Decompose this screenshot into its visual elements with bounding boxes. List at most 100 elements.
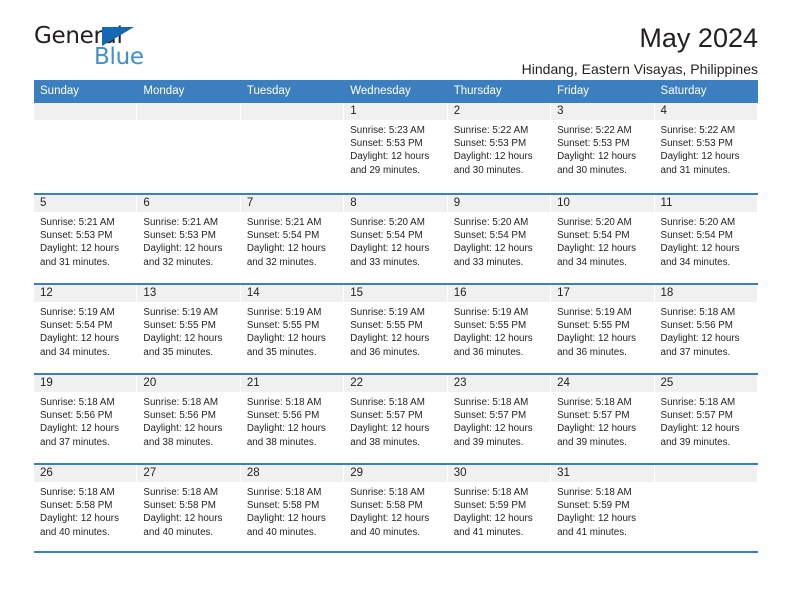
calendar-day-cell[interactable]: 29 Sunrise: 5:18 AM Sunset: 5:58 PM Dayligh… bbox=[344, 465, 448, 551]
day-sun-info: Sunrise: 5:18 AM Sunset: 5:57 PM Daylight:… bbox=[448, 392, 550, 449]
day-sun-info: Sunrise: 5:18 AM Sunset: 5:56 PM Daylight:… bbox=[241, 392, 343, 449]
day-sun-info: Sunrise: 5:19 AM Sunset: 5:55 PM Daylight:… bbox=[448, 302, 550, 359]
day-number: 13 bbox=[137, 285, 240, 302]
sunset-text: Sunset: 5:57 PM bbox=[660, 410, 733, 422]
calendar-day-cell[interactable]: 23 Sunrise: 5:18 AM Sunset: 5:57 PM Dayligh… bbox=[447, 375, 552, 463]
calendar-day-cell[interactable]: 9 Sunrise: 5:20 AM Sunset: 5:54 PM Daylight… bbox=[447, 195, 552, 283]
sunrise-text: Sunrise: 5:22 AM bbox=[557, 125, 632, 136]
sunset-text: Sunset: 5:56 PM bbox=[660, 320, 733, 332]
daylight-text: Daylight: 12 hours and 39 minutes. bbox=[453, 423, 533, 448]
calendar-day-cell[interactable]: 16 Sunrise: 5:19 AM Sunset: 5:55 PM Dayligh… bbox=[447, 285, 552, 373]
sunset-text: Sunset: 5:54 PM bbox=[660, 230, 733, 242]
day-number: 9 bbox=[447, 195, 551, 212]
day-number: 12 bbox=[34, 285, 137, 302]
page-header: General Blue May 2024 Hindang, Eastern V… bbox=[34, 0, 758, 77]
daylight-text: Daylight: 12 hours and 36 minutes. bbox=[453, 333, 533, 358]
day-number: 24 bbox=[551, 375, 654, 392]
sunset-text: Sunset: 5:54 PM bbox=[246, 230, 320, 242]
sunset-text: Sunset: 5:55 PM bbox=[557, 320, 630, 332]
day-number: 25 bbox=[654, 375, 757, 392]
calendar-day-cell[interactable]: 17 Sunrise: 5:19 AM Sunset: 5:55 PM Dayligh… bbox=[551, 285, 655, 373]
calendar-day-cell[interactable]: 13 Sunrise: 5:19 AM Sunset: 5:55 PM Dayligh… bbox=[137, 285, 241, 373]
sunrise-text: Sunrise: 5:20 AM bbox=[453, 217, 529, 228]
day-sun-info: Sunrise: 5:18 AM Sunset: 5:56 PM Daylight:… bbox=[34, 392, 136, 449]
day-number: 27 bbox=[137, 465, 240, 482]
weekday-header-wednesday: Wednesday bbox=[350, 85, 411, 97]
calendar-day-cell[interactable]: 18 Sunrise: 5:18 AM Sunset: 5:56 PM Dayligh… bbox=[654, 285, 758, 373]
daylight-text: Daylight: 12 hours and 38 minutes. bbox=[143, 423, 223, 448]
sunrise-text: Sunrise: 5:18 AM bbox=[350, 397, 425, 408]
generalblue-logo[interactable]: General Blue bbox=[34, 24, 184, 74]
day-sun-info: Sunrise: 5:21 AM Sunset: 5:54 PM Daylight:… bbox=[241, 212, 343, 269]
calendar-day-cell[interactable]: 20 Sunrise: 5:18 AM Sunset: 5:56 PM Dayligh… bbox=[137, 375, 241, 463]
calendar-day-cell[interactable]: 1 Sunrise: 5:23 AM Sunset: 5:53 PM Daylight… bbox=[344, 103, 448, 193]
day-sun-info: Sunrise: 5:19 AM Sunset: 5:55 PM Daylight:… bbox=[551, 302, 653, 359]
sunrise-text: Sunrise: 5:23 AM bbox=[350, 125, 425, 136]
calendar-day-cell[interactable]: 2 Sunrise: 5:22 AM Sunset: 5:53 PM Daylight… bbox=[447, 103, 552, 193]
calendar-day-cell[interactable]: 21 Sunrise: 5:18 AM Sunset: 5:56 PM Dayligh… bbox=[240, 375, 345, 463]
calendar-day-cell[interactable]: 8 Sunrise: 5:20 AM Sunset: 5:54 PM Daylight… bbox=[344, 195, 448, 283]
sunset-text: Sunset: 5:53 PM bbox=[557, 138, 630, 150]
day-sun-info: Sunrise: 5:23 AM Sunset: 5:53 PM Daylight:… bbox=[344, 120, 446, 177]
calendar-day-cell[interactable]: 26 Sunrise: 5:18 AM Sunset: 5:58 PM Dayligh… bbox=[34, 465, 138, 551]
calendar-day-cell[interactable]: 19 Sunrise: 5:18 AM Sunset: 5:56 PM Dayligh… bbox=[34, 375, 138, 463]
day-number: 28 bbox=[240, 465, 344, 482]
sunrise-text: Sunrise: 5:18 AM bbox=[660, 307, 736, 318]
calendar-day-cell[interactable]: 14 Sunrise: 5:19 AM Sunset: 5:55 PM Dayligh… bbox=[240, 285, 345, 373]
calendar-day-cell[interactable]: 12 Sunrise: 5:19 AM Sunset: 5:54 PM Dayligh… bbox=[34, 285, 138, 373]
calendar-day-cell[interactable]: 5 Sunrise: 5:21 AM Sunset: 5:53 PM Daylight… bbox=[34, 195, 138, 283]
day-sun-info: Sunrise: 5:18 AM Sunset: 5:57 PM Daylight:… bbox=[655, 392, 757, 449]
calendar-grid: Sunday Monday Tuesday Wednesday Thursday… bbox=[34, 80, 758, 553]
weekday-header-tuesday: Tuesday bbox=[246, 85, 291, 97]
day-sun-info: Sunrise: 5:22 AM Sunset: 5:53 PM Daylight:… bbox=[655, 120, 757, 177]
calendar-day-cell[interactable]: 3 Sunrise: 5:22 AM Sunset: 5:53 PM Daylight… bbox=[551, 103, 655, 193]
calendar-day-cell[interactable]: 4 Sunrise: 5:22 AM Sunset: 5:53 PM Daylight… bbox=[654, 103, 758, 193]
calendar-day-cell[interactable]: 25 Sunrise: 5:18 AM Sunset: 5:57 PM Dayligh… bbox=[654, 375, 758, 463]
calendar-day-cell[interactable]: 31 Sunrise: 5:18 AM Sunset: 5:59 PM Dayligh… bbox=[551, 465, 655, 551]
sunrise-text: Sunrise: 5:18 AM bbox=[40, 397, 115, 408]
day-number: 16 bbox=[447, 285, 551, 302]
calendar-day-cell[interactable]: 6 Sunrise: 5:21 AM Sunset: 5:53 PM Daylight… bbox=[137, 195, 241, 283]
sunrise-text: Sunrise: 5:19 AM bbox=[143, 307, 219, 318]
sunset-text: Sunset: 5:54 PM bbox=[40, 320, 113, 332]
day-number: 17 bbox=[551, 285, 654, 302]
day-sun-info: Sunrise: 5:21 AM Sunset: 5:53 PM Daylight:… bbox=[137, 212, 239, 269]
calendar-day-cell[interactable]: 27 Sunrise: 5:18 AM Sunset: 5:58 PM Dayligh… bbox=[137, 465, 241, 551]
day-sun-info: Sunrise: 5:18 AM Sunset: 5:58 PM Daylight:… bbox=[137, 482, 239, 539]
day-sun-info: Sunrise: 5:18 AM Sunset: 5:58 PM Daylight:… bbox=[344, 482, 446, 539]
sunrise-text: Sunrise: 5:18 AM bbox=[40, 487, 115, 498]
day-number: 4 bbox=[654, 103, 757, 120]
calendar-day-cell[interactable]: 22 Sunrise: 5:18 AM Sunset: 5:57 PM Dayligh… bbox=[344, 375, 448, 463]
daylight-text: Daylight: 12 hours and 29 minutes. bbox=[350, 151, 430, 176]
calendar-page: General Blue May 2024 Hindang, Eastern V… bbox=[0, 0, 792, 612]
day-number: 14 bbox=[240, 285, 344, 302]
calendar-day-cell[interactable]: 28 Sunrise: 5:18 AM Sunset: 5:58 PM Dayligh… bbox=[240, 465, 345, 551]
day-sun-info: Sunrise: 5:20 AM Sunset: 5:54 PM Daylight:… bbox=[448, 212, 550, 269]
sunset-text: Sunset: 5:55 PM bbox=[143, 320, 216, 332]
calendar-day-cell[interactable]: 11 Sunrise: 5:20 AM Sunset: 5:54 PM Dayligh… bbox=[654, 195, 758, 283]
weekday-header-thursday: Thursday bbox=[453, 85, 502, 97]
calendar-day-cell[interactable]: 30 Sunrise: 5:18 AM Sunset: 5:59 PM Dayligh… bbox=[447, 465, 552, 551]
day-sun-info: Sunrise: 5:18 AM Sunset: 5:59 PM Daylight:… bbox=[551, 482, 653, 539]
day-sun-info: Sunrise: 5:19 AM Sunset: 5:55 PM Daylight:… bbox=[137, 302, 239, 359]
sunset-text: Sunset: 5:54 PM bbox=[557, 230, 630, 242]
day-number: 29 bbox=[344, 465, 447, 482]
sunset-text: Sunset: 5:53 PM bbox=[453, 138, 527, 150]
day-number: 18 bbox=[654, 285, 757, 302]
sunrise-text: Sunrise: 5:22 AM bbox=[660, 125, 736, 136]
day-sun-info: Sunrise: 5:18 AM Sunset: 5:58 PM Daylight:… bbox=[34, 482, 136, 539]
calendar-day-cell[interactable]: 15 Sunrise: 5:19 AM Sunset: 5:55 PM Dayligh… bbox=[344, 285, 448, 373]
day-number bbox=[654, 465, 757, 482]
day-number: 22 bbox=[344, 375, 447, 392]
sunrise-text: Sunrise: 5:18 AM bbox=[350, 487, 425, 498]
calendar-day-cell[interactable]: 7 Sunrise: 5:21 AM Sunset: 5:54 PM Daylight… bbox=[240, 195, 345, 283]
sunset-text: Sunset: 5:58 PM bbox=[350, 500, 423, 512]
sunset-text: Sunset: 5:54 PM bbox=[453, 230, 527, 242]
weekday-header-sunday: Sunday bbox=[40, 85, 80, 97]
daylight-text: Daylight: 12 hours and 35 minutes. bbox=[246, 333, 326, 358]
daylight-text: Daylight: 12 hours and 35 minutes. bbox=[143, 333, 223, 358]
calendar-day-cell[interactable]: 24 Sunrise: 5:18 AM Sunset: 5:57 PM Dayligh… bbox=[551, 375, 655, 463]
daylight-text: Daylight: 12 hours and 40 minutes. bbox=[350, 513, 430, 538]
sunset-text: Sunset: 5:58 PM bbox=[40, 500, 113, 512]
calendar-day-cell[interactable]: 10 Sunrise: 5:20 AM Sunset: 5:54 PM Dayligh… bbox=[551, 195, 655, 283]
